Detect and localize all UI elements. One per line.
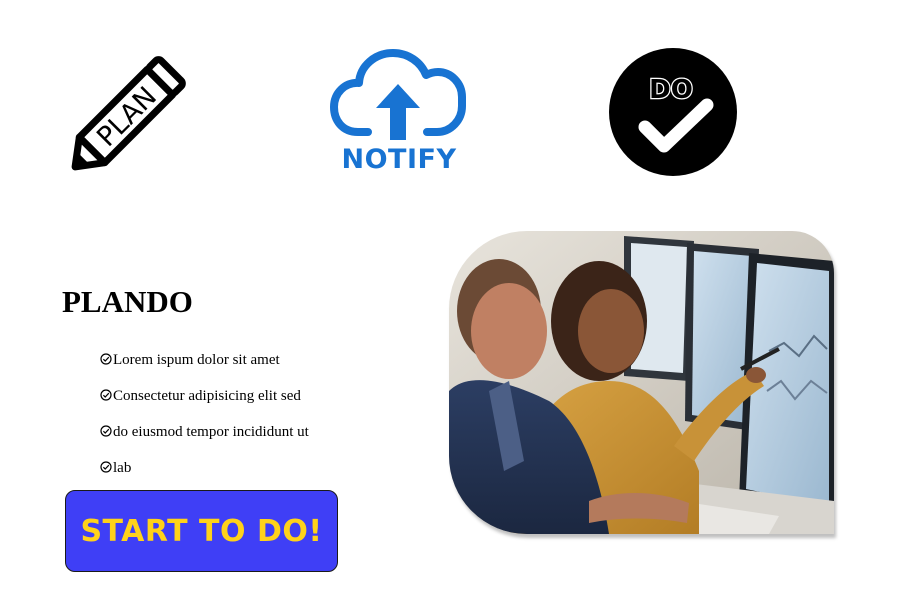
plan-pencil-icon: PLAN bbox=[56, 44, 196, 184]
do-check-icon: DO bbox=[608, 47, 738, 177]
list-item: Consectetur adipisicing elit sed bbox=[100, 378, 309, 414]
clock-check-icon bbox=[100, 389, 112, 401]
feature-text: Consectetur adipisicing elit sed bbox=[113, 387, 301, 404]
list-item: lab bbox=[100, 450, 309, 486]
feature-text: do eiusmod tempor incididunt ut bbox=[113, 423, 309, 440]
clock-check-icon bbox=[100, 353, 112, 365]
list-item: do eiusmod tempor incididunt ut bbox=[100, 414, 309, 450]
list-item: Lorem ispum dolor sit amet bbox=[100, 342, 309, 378]
page-title: PLANDO bbox=[62, 284, 193, 319]
feature-list: Lorem ispum dolor sit amet Consectetur a… bbox=[100, 342, 309, 486]
notify-label: NOTIFY bbox=[341, 144, 457, 175]
hero-photo bbox=[449, 231, 834, 534]
feature-text: lab bbox=[113, 459, 132, 476]
start-to-do-button[interactable]: START TO DO! bbox=[65, 490, 338, 572]
do-icon-text: DO bbox=[649, 75, 693, 105]
clock-check-icon bbox=[100, 461, 112, 473]
clock-check-icon bbox=[100, 425, 112, 437]
feature-text: Lorem ispum dolor sit amet bbox=[113, 351, 280, 368]
